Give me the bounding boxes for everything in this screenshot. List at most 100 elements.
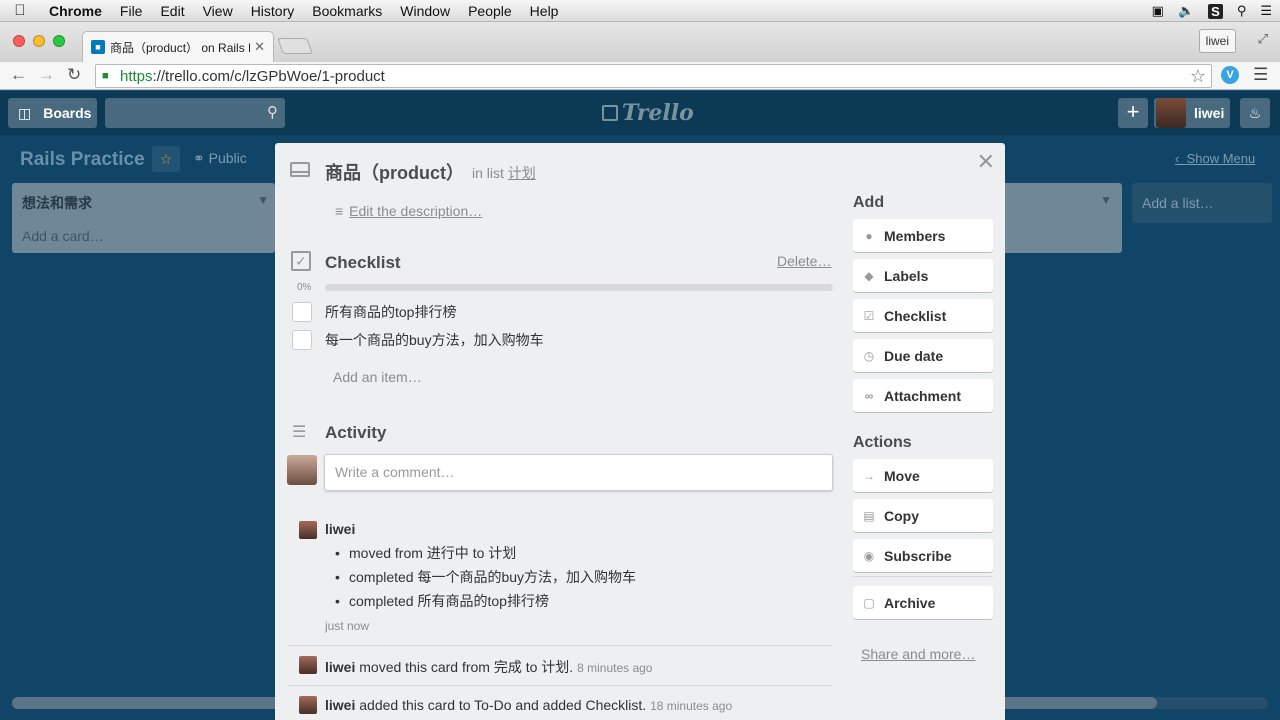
menu-window[interactable]: Window xyxy=(391,3,459,19)
mac-menubar:  Chrome File Edit View History Bookmark… xyxy=(0,0,1280,22)
volume-icon[interactable]: 🔈 xyxy=(1178,3,1194,19)
menu-bookmarks[interactable]: Bookmarks xyxy=(303,3,391,19)
search-input[interactable]: ⚲ xyxy=(105,98,285,128)
activity-user[interactable]: liwei xyxy=(325,659,355,675)
activity-time[interactable]: 8 minutes ago xyxy=(577,661,652,675)
due-date-button[interactable]: ◷ Due date xyxy=(853,339,993,372)
new-tab-button[interactable] xyxy=(277,38,313,54)
checklist-title[interactable]: Checklist xyxy=(325,253,401,273)
star-icon[interactable]: ☆ xyxy=(152,146,180,172)
add-list-button[interactable]: Add a list… xyxy=(1132,183,1272,223)
card-title[interactable]: 商品（product） xyxy=(325,159,464,185)
menu-help[interactable]: Help xyxy=(521,3,568,19)
subscribe-button[interactable]: ◉ Subscribe xyxy=(853,539,993,572)
menubar-status-icons: ▣ 🔈 S ⚲ ☰ xyxy=(1152,0,1272,22)
clock-icon: ◷ xyxy=(863,348,875,363)
activity-user[interactable]: liwei xyxy=(325,697,355,713)
labels-label: Labels xyxy=(884,267,929,284)
add-card-link[interactable]: Add a card… xyxy=(22,228,104,244)
member-button[interactable]: liwei xyxy=(1154,98,1230,128)
labels-button[interactable]: ◆ Labels xyxy=(853,259,993,292)
activity-user[interactable]: liwei xyxy=(325,521,355,537)
close-window-icon[interactable] xyxy=(13,35,25,47)
checklist-button[interactable]: ☑ Checklist xyxy=(853,299,993,332)
back-icon[interactable]: ← xyxy=(10,65,27,85)
notifications-bell-icon[interactable]: ♨ xyxy=(1240,98,1270,128)
checklist-item-text[interactable]: 每一个商品的buy方法，加入购物车 xyxy=(325,330,544,350)
checklist-item[interactable]: 每一个商品的buy方法，加入购物车 xyxy=(292,330,544,350)
checklist-delete-link[interactable]: Delete… xyxy=(777,253,831,269)
forward-icon[interactable]: → xyxy=(38,65,55,85)
trello-favicon-icon: ■ xyxy=(91,40,105,54)
menu-view[interactable]: View xyxy=(194,3,242,19)
eye-icon: ◉ xyxy=(863,548,875,563)
copy-button[interactable]: ▤ Copy xyxy=(853,499,993,532)
tab-title: 商品（product） on Rails P xyxy=(110,40,251,55)
avatar xyxy=(1156,98,1186,128)
show-menu-link[interactable]: ‹ Show Menu xyxy=(1175,151,1255,166)
add-item-link[interactable]: Add an item… xyxy=(333,369,422,385)
board-title[interactable]: Rails Practice xyxy=(20,149,145,171)
checklist-item-text[interactable]: 所有商品的top排行榜 xyxy=(325,302,456,322)
checklist-progress-bar xyxy=(325,284,833,291)
activity-text: added this card to To-Do and added Check… xyxy=(359,697,647,713)
browser-tabstrip: ■ 商品（product） on Rails P ✕ liwei ⤢ xyxy=(0,22,1280,62)
avatar[interactable] xyxy=(299,696,317,714)
avatar[interactable] xyxy=(299,521,317,539)
checklist-icon: ✓ xyxy=(291,251,311,271)
card-detail-modal: ✕ 商品（product） in list 计划 ≡ Edit the desc… xyxy=(275,143,1005,720)
attachment-button[interactable]: ∞ Attachment xyxy=(853,379,993,412)
list-name[interactable]: 想法和需求 xyxy=(22,193,92,213)
members-button[interactable]: ● Members xyxy=(853,219,993,252)
list-menu-icon[interactable]: ▼ xyxy=(257,193,269,207)
activity-entry: liwei moved this card from 完成 to 计划. 8 m… xyxy=(325,657,652,677)
list-menu-icon[interactable]: ▼ xyxy=(1100,193,1112,207)
extension-icon[interactable]: V xyxy=(1221,66,1239,84)
share-and-more-link[interactable]: Share and more… xyxy=(861,646,975,662)
boards-button[interactable]: ◫ Boards xyxy=(8,98,97,128)
list-link[interactable]: 计划 xyxy=(508,165,536,181)
comment-input[interactable]: Write a comment… xyxy=(324,454,833,491)
activity-title: Activity xyxy=(325,423,387,442)
bookmark-star-icon[interactable]: ☆ xyxy=(1190,66,1206,87)
browser-tab[interactable]: ■ 商品（product） on Rails P ✕ xyxy=(82,31,274,62)
fullscreen-icon[interactable]: ⤢ xyxy=(1258,31,1268,47)
menu-history[interactable]: History xyxy=(242,3,304,19)
boards-icon: ◫ xyxy=(18,104,32,121)
add-button[interactable]: + xyxy=(1118,98,1148,128)
checklist-item[interactable]: 所有商品的top排行榜 xyxy=(292,302,456,322)
profile-button[interactable]: liwei xyxy=(1198,29,1236,53)
close-icon[interactable]: ✕ xyxy=(977,149,995,175)
menu-file[interactable]: File xyxy=(111,3,152,19)
reload-icon[interactable]: ↻ xyxy=(67,65,81,85)
checklist-checkbox[interactable] xyxy=(292,302,312,322)
due-date-label: Due date xyxy=(884,347,944,364)
menu-people[interactable]: People xyxy=(459,3,521,19)
s-app-icon[interactable]: S xyxy=(1208,3,1223,19)
notification-center-icon[interactable]: ☰ xyxy=(1260,3,1272,19)
apple-icon[interactable]:  xyxy=(0,2,40,19)
zoom-window-icon[interactable] xyxy=(53,35,65,47)
facetime-icon[interactable]: ▣ xyxy=(1152,3,1164,19)
trello-logo-icon xyxy=(602,105,618,121)
minimize-window-icon[interactable] xyxy=(33,35,45,47)
board-visibility[interactable]: ⚭ Public xyxy=(193,150,247,167)
edit-description-link[interactable]: Edit the description… xyxy=(349,203,482,219)
trello-header: ◫ Boards ⚲ Trello + liwei ♨ xyxy=(0,91,1280,135)
menu-edit[interactable]: Edit xyxy=(151,3,193,19)
menu-app[interactable]: Chrome xyxy=(40,3,111,19)
checklist-checkbox[interactable] xyxy=(292,330,312,350)
trello-logo[interactable]: Trello xyxy=(602,100,694,126)
activity-time[interactable]: 18 minutes ago xyxy=(650,699,732,713)
description-row[interactable]: ≡ Edit the description… xyxy=(335,203,482,219)
move-button[interactable]: → Move xyxy=(853,459,993,492)
address-bar[interactable]: ■ https://trello.com/c/lzGPbWoe/1-produc… xyxy=(95,64,1212,88)
tab-close-icon[interactable]: ✕ xyxy=(254,39,265,55)
spotlight-icon[interactable]: ⚲ xyxy=(1237,3,1247,19)
avatar[interactable] xyxy=(299,656,317,674)
archive-button[interactable]: ▢ Archive xyxy=(853,586,993,619)
lock-icon: ■ xyxy=(102,70,109,82)
member-name: liwei xyxy=(1194,105,1225,121)
activity-time[interactable]: just now xyxy=(325,619,369,633)
chrome-menu-icon[interactable]: ☰ xyxy=(1253,65,1268,85)
